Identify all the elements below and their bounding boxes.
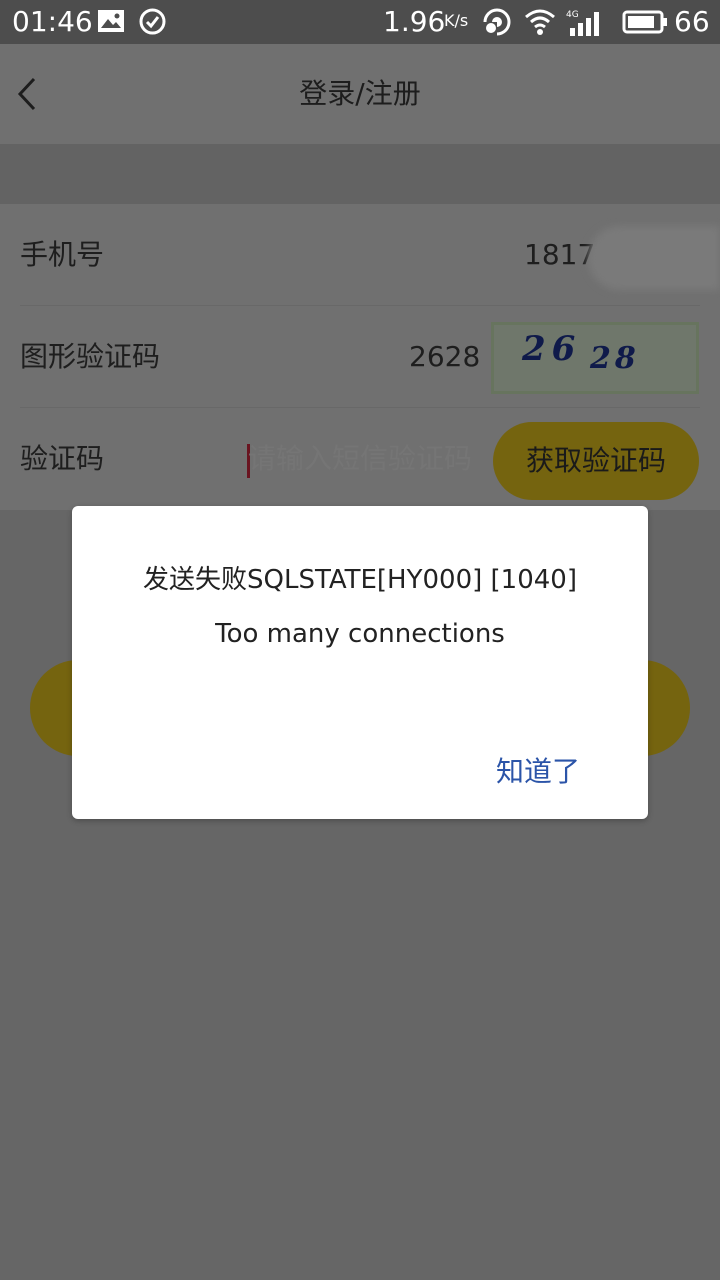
check-circle-icon bbox=[139, 8, 166, 35]
back-arrow-icon[interactable] bbox=[14, 76, 44, 112]
hotspot-icon bbox=[482, 8, 511, 37]
battery-icon bbox=[622, 10, 667, 34]
page-title: 登录/注册 bbox=[299, 77, 421, 110]
net-speed: 1.96 bbox=[383, 5, 446, 38]
battery-level: 66 bbox=[674, 5, 710, 38]
phone-field[interactable]: 1817 bbox=[524, 204, 595, 306]
sms-code-row: 验证码 获取验证码 bbox=[0, 408, 720, 510]
dialog-confirm-button[interactable]: 知道了 bbox=[496, 750, 580, 794]
image-notification-icon bbox=[98, 10, 124, 32]
login-form: 手机号 1817 图形验证码 2628 26 28 验证码 获取验证码 bbox=[0, 204, 720, 510]
network-type-label: 4G bbox=[566, 10, 579, 20]
captcha-field[interactable]: 2628 bbox=[409, 306, 480, 408]
status-bar: 01:46 1.96 K/s 4G 66 bbox=[0, 0, 720, 44]
sms-code-input[interactable] bbox=[248, 408, 478, 510]
dialog-message-line2: Too many connections bbox=[215, 619, 505, 649]
sms-code-label: 验证码 bbox=[20, 442, 105, 475]
captcha-image-text-a: 26 bbox=[522, 329, 582, 369]
status-time: 01:46 bbox=[12, 5, 93, 38]
dialog-message-line1: 发送失败SQLSTATE[HY000] [1040] bbox=[143, 565, 577, 595]
captcha-row: 图形验证码 2628 26 28 bbox=[0, 306, 720, 408]
privacy-mask bbox=[588, 226, 720, 290]
wifi-icon bbox=[525, 9, 555, 35]
section-gap bbox=[0, 144, 720, 204]
phone-row: 手机号 1817 bbox=[0, 204, 720, 306]
captcha-image-text-b: 28 bbox=[590, 341, 640, 376]
app-header: 登录/注册 bbox=[0, 44, 720, 144]
error-dialog: 发送失败SQLSTATE[HY000] [1040] Too many conn… bbox=[72, 506, 648, 819]
captcha-label: 图形验证码 bbox=[20, 340, 161, 373]
captcha-image[interactable]: 26 28 bbox=[491, 322, 699, 394]
signal-icon: 4G bbox=[566, 10, 599, 36]
get-code-button[interactable]: 获取验证码 bbox=[493, 422, 699, 500]
phone-label: 手机号 bbox=[20, 238, 105, 271]
net-speed-unit: K/s bbox=[444, 11, 469, 30]
